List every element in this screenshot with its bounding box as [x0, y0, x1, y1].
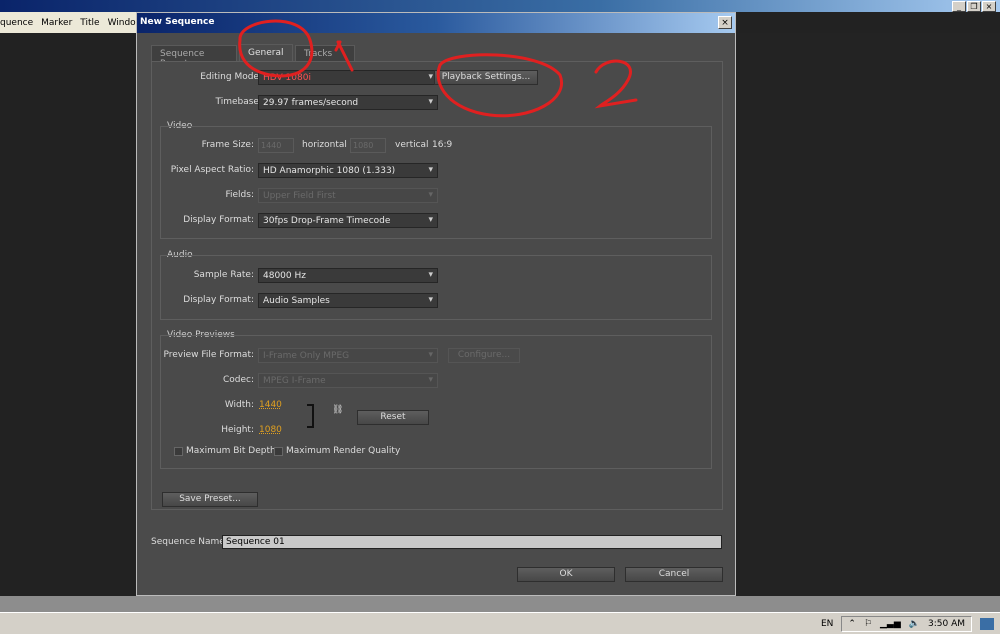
- annotation-circle-2: [436, 53, 564, 118]
- annotation-number-2: [594, 59, 638, 109]
- annotation-circle-1: [238, 19, 314, 78]
- annotation-number-1: [334, 40, 354, 72]
- red-annotations: [238, 19, 638, 118]
